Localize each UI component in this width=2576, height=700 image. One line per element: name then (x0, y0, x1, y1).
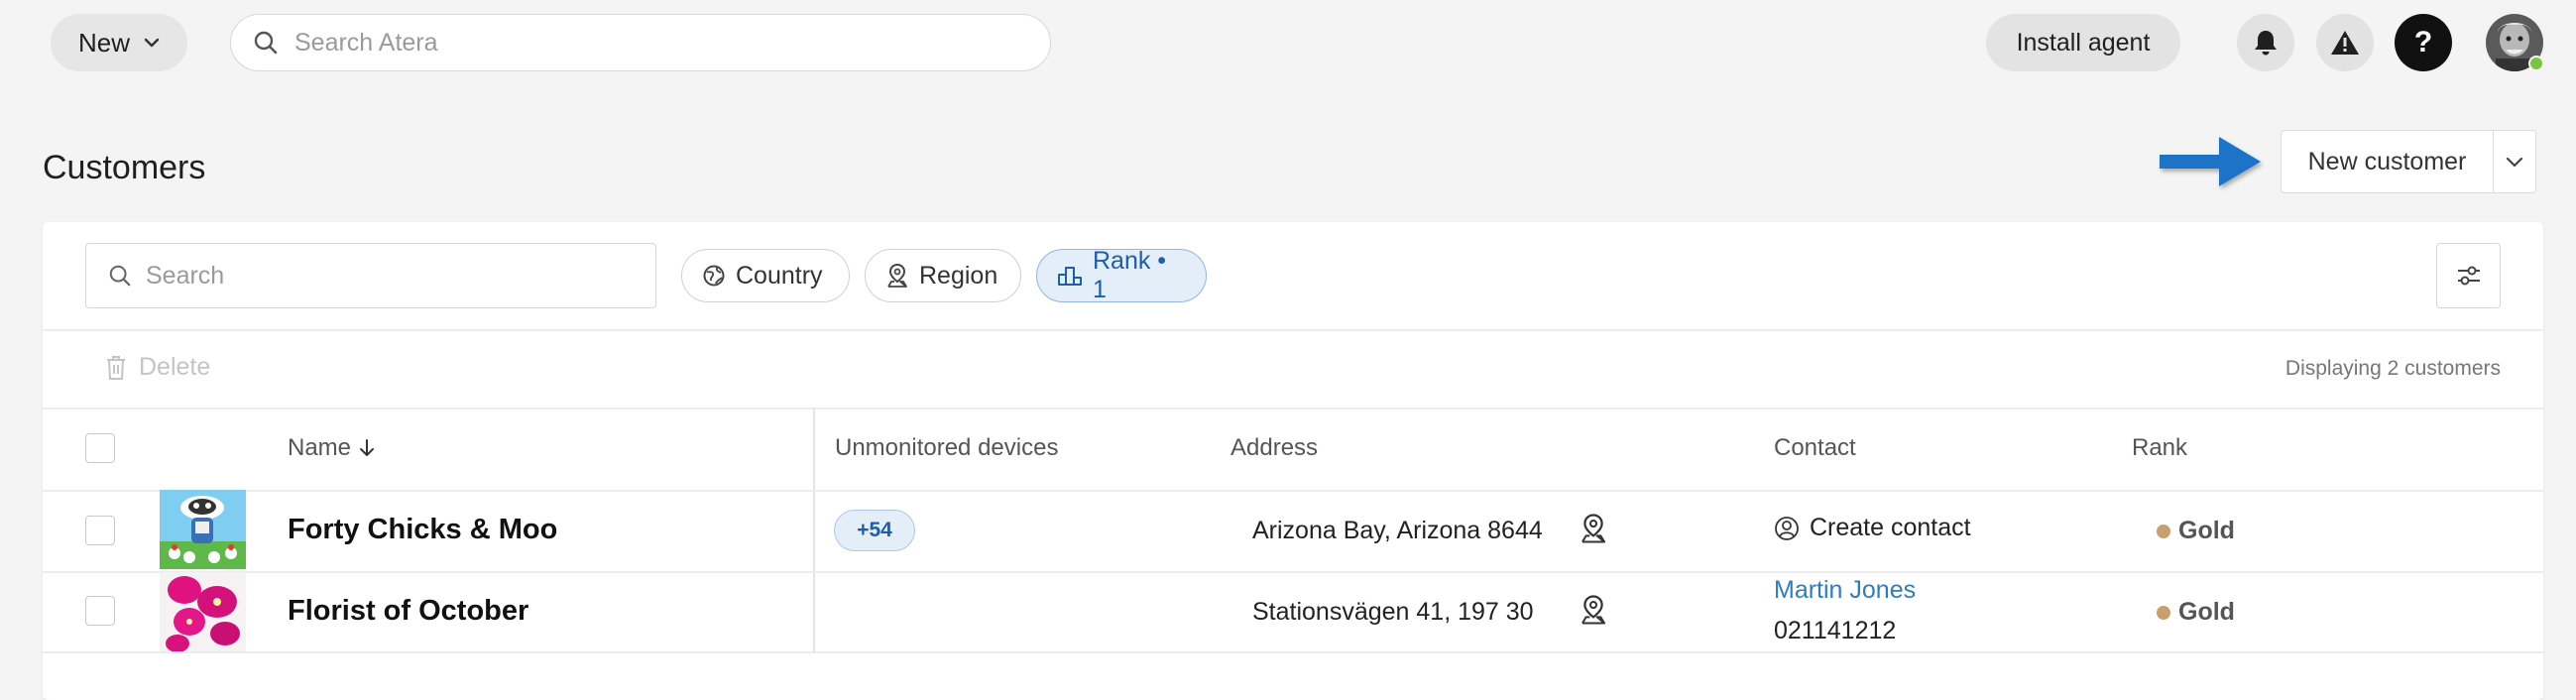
rank-dot (2157, 524, 2170, 538)
new-customer-split-button: New customer (2281, 130, 2536, 193)
contact-phone: 021141212 (1774, 617, 1897, 644)
map-pin-icon[interactable] (1579, 513, 1608, 544)
globe-icon (702, 264, 726, 288)
trash-icon (105, 355, 127, 381)
divider (43, 651, 2543, 653)
rank-dot (2157, 605, 2170, 620)
select-all-checkbox[interactable] (85, 433, 115, 463)
column-header-label: Name (288, 434, 352, 461)
customer-logo (160, 572, 246, 651)
filter-chip-label: Rank • 1 (1093, 247, 1167, 303)
divider (43, 329, 2543, 331)
filter-chip-label: Country (736, 261, 823, 290)
arrow-right-icon (2158, 129, 2267, 194)
customer-search-placeholder: Search (146, 261, 225, 290)
podium-icon (1057, 264, 1083, 288)
notifications-button[interactable] (2237, 14, 2294, 71)
new-customer-button[interactable]: New customer (2282, 131, 2494, 192)
column-divider (813, 408, 815, 651)
map-pin-icon[interactable] (1579, 594, 1608, 626)
global-search-placeholder: Search Atera (294, 28, 438, 57)
warning-icon (2330, 30, 2360, 56)
filter-chip-label: Region (919, 261, 998, 290)
create-contact-button[interactable]: Create contact (1774, 514, 1971, 542)
filter-chip-region[interactable]: Region (865, 249, 1021, 302)
divider (43, 571, 2543, 573)
rank-label: Gold (2178, 598, 2235, 626)
divider (43, 408, 2543, 409)
customer-search-input[interactable]: Search (85, 243, 656, 308)
contact-name-link[interactable]: Martin Jones (1774, 576, 1916, 605)
customer-name-link[interactable]: Florist of October (288, 595, 528, 628)
user-circle-icon (1774, 516, 1800, 541)
new-customer-options-button[interactable] (2494, 131, 2535, 192)
page-title: Customers (43, 149, 206, 186)
customer-name-link[interactable]: Forty Chicks & Moo (288, 514, 557, 546)
online-status-dot (2528, 56, 2544, 71)
column-header-rank[interactable]: Rank (2132, 434, 2187, 462)
unmonitored-devices-badge[interactable]: +54 (834, 510, 915, 551)
customer-logo (160, 490, 246, 569)
sliders-icon (2456, 264, 2482, 288)
bell-icon (2253, 29, 2279, 57)
search-icon (253, 30, 279, 56)
filter-settings-button[interactable] (2436, 243, 2501, 308)
rank-badge: Gold (2157, 598, 2235, 627)
column-header-address[interactable]: Address (1230, 434, 1318, 462)
arrow-down-icon (359, 438, 375, 458)
chevron-down-icon (144, 38, 160, 48)
column-header-contact[interactable]: Contact (1774, 434, 1856, 462)
address-text: Stationsvägen 41, 197 30 (1252, 598, 1534, 626)
column-header-name[interactable]: Name (288, 434, 375, 462)
column-header-unmonitored-devices[interactable]: Unmonitored devices (835, 434, 1058, 462)
new-menu-button[interactable]: New (51, 14, 187, 71)
map-pin-icon (885, 263, 909, 289)
row-checkbox[interactable] (85, 596, 115, 626)
alerts-button[interactable] (2316, 14, 2374, 71)
search-icon (108, 264, 132, 288)
help-button[interactable]: ? (2395, 14, 2452, 71)
new-label: New (77, 27, 130, 58)
create-contact-label: Create contact (1810, 514, 1971, 541)
rank-badge: Gold (2157, 517, 2235, 545)
install-agent-button[interactable]: Install agent (1986, 14, 2180, 71)
filter-chip-country[interactable]: Country (681, 249, 850, 302)
address-text: Arizona Bay, Arizona 8644 (1252, 517, 1543, 544)
displaying-count: Displaying 2 customers (2284, 357, 2501, 380)
row-checkbox[interactable] (85, 516, 115, 545)
delete-button[interactable]: Delete (105, 353, 210, 382)
global-search-input[interactable]: Search Atera (230, 14, 1051, 71)
chevron-down-icon (2506, 157, 2523, 168)
filter-chip-rank[interactable]: Rank • 1 (1036, 247, 1207, 303)
rank-label: Gold (2178, 517, 2235, 544)
delete-label: Delete (139, 353, 211, 381)
divider (43, 490, 2543, 492)
